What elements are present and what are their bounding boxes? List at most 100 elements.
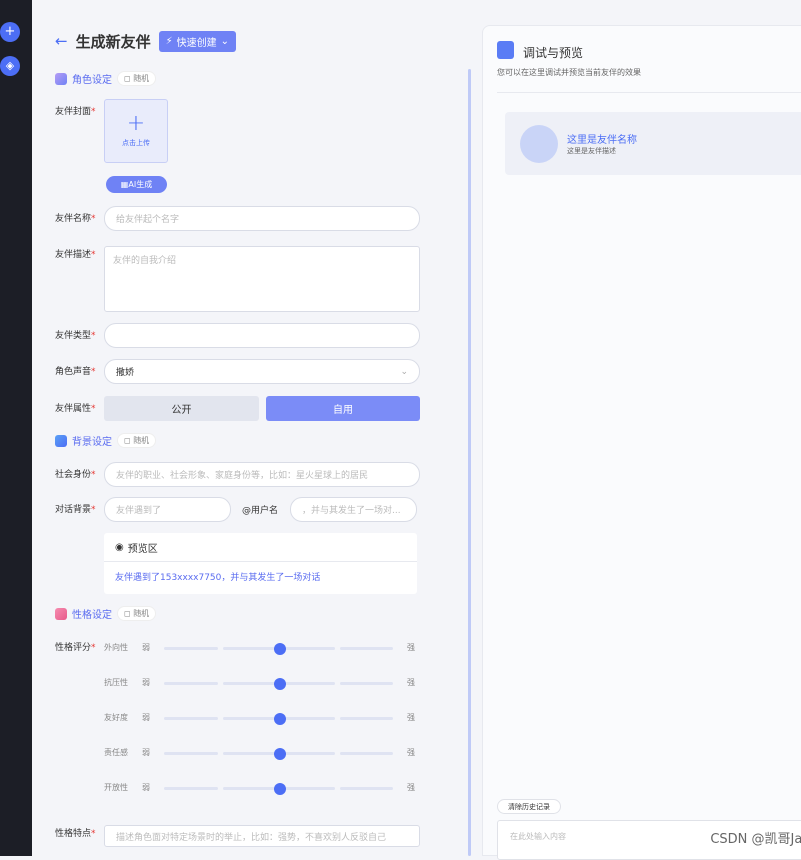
identity-input[interactable]: 友伴的职业、社会形象、家庭身份等，比如：星火星球上的居民 [104, 462, 420, 487]
section-personality: 性格设定 ◻ 随机 [55, 606, 157, 621]
slider-name: 外向性 [104, 643, 128, 652]
slider-name: 开放性 [104, 783, 128, 792]
slider-track-segment [164, 682, 218, 685]
left-rail: + ◈ [0, 0, 32, 856]
random-label: 随机 [133, 74, 150, 83]
preview-area: ◉ 预览区 友伴遇到了153xxxx7750，并与其发生了一场对话 [104, 533, 417, 594]
cube-icon: ◻ [124, 609, 134, 618]
quick-create-label: 快速创建 [176, 37, 217, 49]
desc-textarea[interactable]: 友伴的自我介绍 [104, 246, 420, 312]
slider-track[interactable] [164, 643, 396, 655]
back-arrow-icon[interactable]: ← [55, 32, 68, 50]
slider-weak-label: 弱 [142, 748, 150, 757]
name-input[interactable]: 给友伴起个名字 [104, 206, 420, 231]
form-panel: ← 生成新友伴 ⚡ 快速创建 ⌄ 角色设定 ◻ 随机 友伴封面* + 点击上传 … [50, 0, 460, 856]
slider-weak-label: 弱 [142, 783, 150, 792]
debug-title: 调试与预览 [523, 46, 584, 60]
slider-name: 责任感 [104, 748, 128, 757]
slider-track-segment [340, 787, 393, 790]
attr-private-button[interactable]: 自用 [266, 396, 420, 421]
slider-name: 友好度 [104, 713, 128, 722]
slider-knob[interactable] [274, 643, 286, 655]
cube-icon: ◻ [124, 74, 134, 83]
slider-knob[interactable] [274, 678, 286, 690]
dialog-label: 对话背景* [55, 505, 96, 515]
watermark: CSDN @凯哥Java [710, 832, 801, 847]
slider-weak-label: 弱 [142, 713, 150, 722]
type-input[interactable] [104, 323, 420, 348]
section-personality-title: 性格设定 [72, 610, 112, 621]
attr-label: 友伴属性* [55, 404, 96, 414]
slider-track[interactable] [164, 783, 396, 795]
slider-track[interactable] [164, 713, 396, 725]
slider-track[interactable] [164, 678, 396, 690]
divider [497, 92, 801, 93]
image-icon: ▦ [120, 180, 129, 189]
slider-track-segment [340, 752, 393, 755]
dialog-input-1[interactable]: 友伴遇到了 [104, 497, 231, 522]
plus-icon: + [126, 111, 146, 136]
page-title: 生成新友伴 [75, 32, 151, 51]
slider-weak-label: 弱 [142, 678, 150, 687]
type-label: 友伴类型* [55, 331, 96, 341]
companion-card: 这里是友伴名称 这里是友伴描述 [505, 112, 801, 175]
voice-select[interactable]: 撒娇 ⌄ [104, 359, 420, 384]
slider-name: 抗压性 [104, 678, 128, 687]
dialog-input-2[interactable]: ，并与其发生了一场对... [290, 497, 417, 522]
slider-row: 外向性 弱 强 [104, 641, 420, 655]
section-role-title: 角色设定 [72, 75, 112, 86]
book-icon [55, 434, 67, 447]
slider-row: 友好度 弱 强 [104, 711, 420, 725]
slider-track[interactable] [164, 748, 396, 760]
slider-strong-label: 强 [407, 678, 415, 687]
voice-label: 角色声音* [55, 367, 96, 377]
main-area: ← 生成新友伴 ⚡ 快速创建 ⌄ 角色设定 ◻ 随机 友伴封面* + 点击上传 … [32, 0, 801, 860]
slider-knob[interactable] [274, 783, 286, 795]
cover-upload[interactable]: + 点击上传 [104, 99, 168, 163]
debug-preview-panel: 调试与预览 您可以在这里调试并预览当前友伴的效果 这里是友伴名称 这里是友伴描述… [482, 25, 801, 860]
slider-track-segment [164, 647, 218, 650]
preview-title: 预览区 [127, 543, 158, 555]
random-background-button[interactable]: ◻ 随机 [117, 433, 157, 448]
attr-public-button[interactable]: 公开 [104, 396, 259, 421]
slider-track-segment [340, 717, 393, 720]
companion-name: 这里是友伴名称 [567, 135, 637, 146]
slider-track-segment [164, 717, 218, 720]
slider-knob[interactable] [274, 713, 286, 725]
slider-strong-label: 强 [407, 713, 415, 722]
score-label: 性格评分* [55, 643, 96, 653]
quick-create-button[interactable]: ⚡ 快速创建 ⌄ [158, 30, 237, 52]
section-background: 背景设定 ◻ 随机 [55, 433, 157, 448]
role-icon [55, 72, 67, 85]
slider-knob[interactable] [274, 748, 286, 760]
voice-value: 撒娇 [116, 368, 135, 378]
identity-label: 社会身份* [55, 470, 96, 480]
companion-desc: 这里是友伴描述 [567, 147, 616, 155]
avatar [520, 125, 558, 163]
section-role: 角色设定 ◻ 随机 [55, 71, 157, 86]
slider-track-segment [340, 647, 393, 650]
debug-subtitle: 您可以在这里调试并预览当前友伴的效果 [497, 68, 641, 77]
name-label: 友伴名称* [55, 214, 96, 224]
traits-input[interactable]: 描述角色面对特定场景时的举止，比如：强势，不喜欢别人反驳自己 [104, 825, 420, 847]
user-tag: @用户名 [242, 506, 279, 516]
slider-row: 抗压性 弱 强 [104, 676, 420, 690]
slider-track-segment [340, 682, 393, 685]
heart-icon [55, 607, 67, 620]
random-personality-button[interactable]: ◻ 随机 [117, 606, 157, 621]
slider-strong-label: 强 [407, 783, 415, 792]
traits-label: 性格特点* [55, 829, 96, 839]
desc-label: 友伴描述* [55, 250, 96, 260]
page-header: ← 生成新友伴 ⚡ 快速创建 ⌄ [55, 30, 237, 52]
scrollbar[interactable] [468, 69, 471, 856]
slider-track-segment [164, 752, 218, 755]
slider-track-segment [164, 787, 218, 790]
drop-icon[interactable]: ◈ [0, 56, 20, 76]
preview-header: ◉ 预览区 [104, 533, 417, 562]
random-role-button[interactable]: ◻ 随机 [117, 71, 157, 86]
preview-text: 友伴遇到了153xxxx7750，并与其发生了一场对话 [115, 573, 321, 583]
clear-history-button[interactable]: 清除历史记录 [497, 799, 561, 814]
add-icon[interactable]: + [0, 22, 20, 42]
ai-generate-button[interactable]: ▦ AI生成 [106, 176, 167, 193]
slider-row: 责任感 弱 强 [104, 746, 420, 760]
